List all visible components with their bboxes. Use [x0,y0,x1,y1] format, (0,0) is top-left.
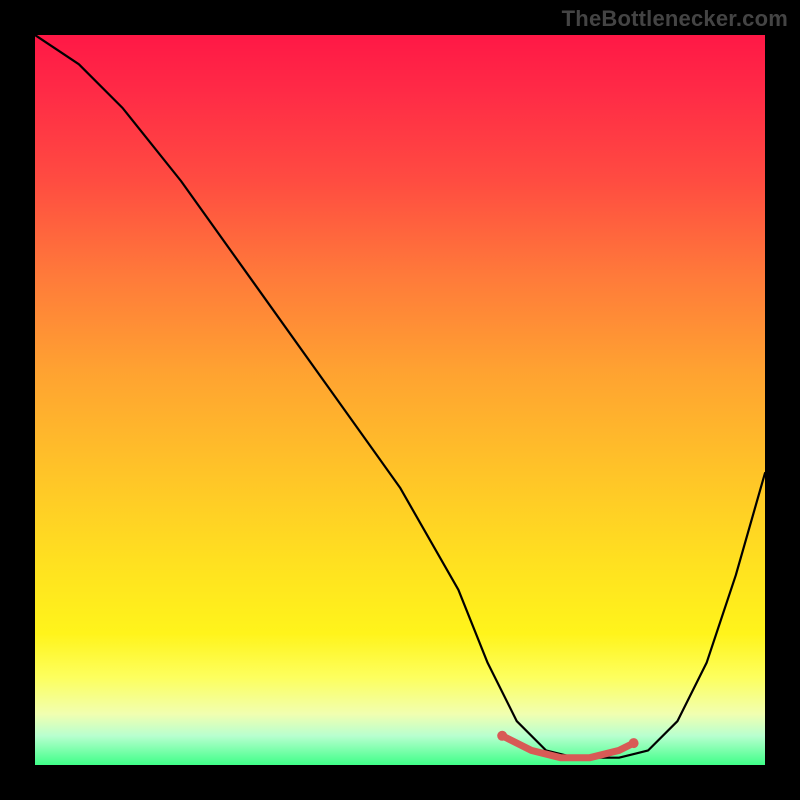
highlight-dot-right [629,738,639,748]
curve-overlay [35,35,765,765]
chart-container: TheBottleneсker.com [0,0,800,800]
plot-area [35,35,765,765]
watermark-text: TheBottleneсker.com [562,6,788,32]
minimum-highlight [502,736,633,758]
highlight-dot-left [497,731,507,741]
bottleneck-curve [35,35,765,758]
